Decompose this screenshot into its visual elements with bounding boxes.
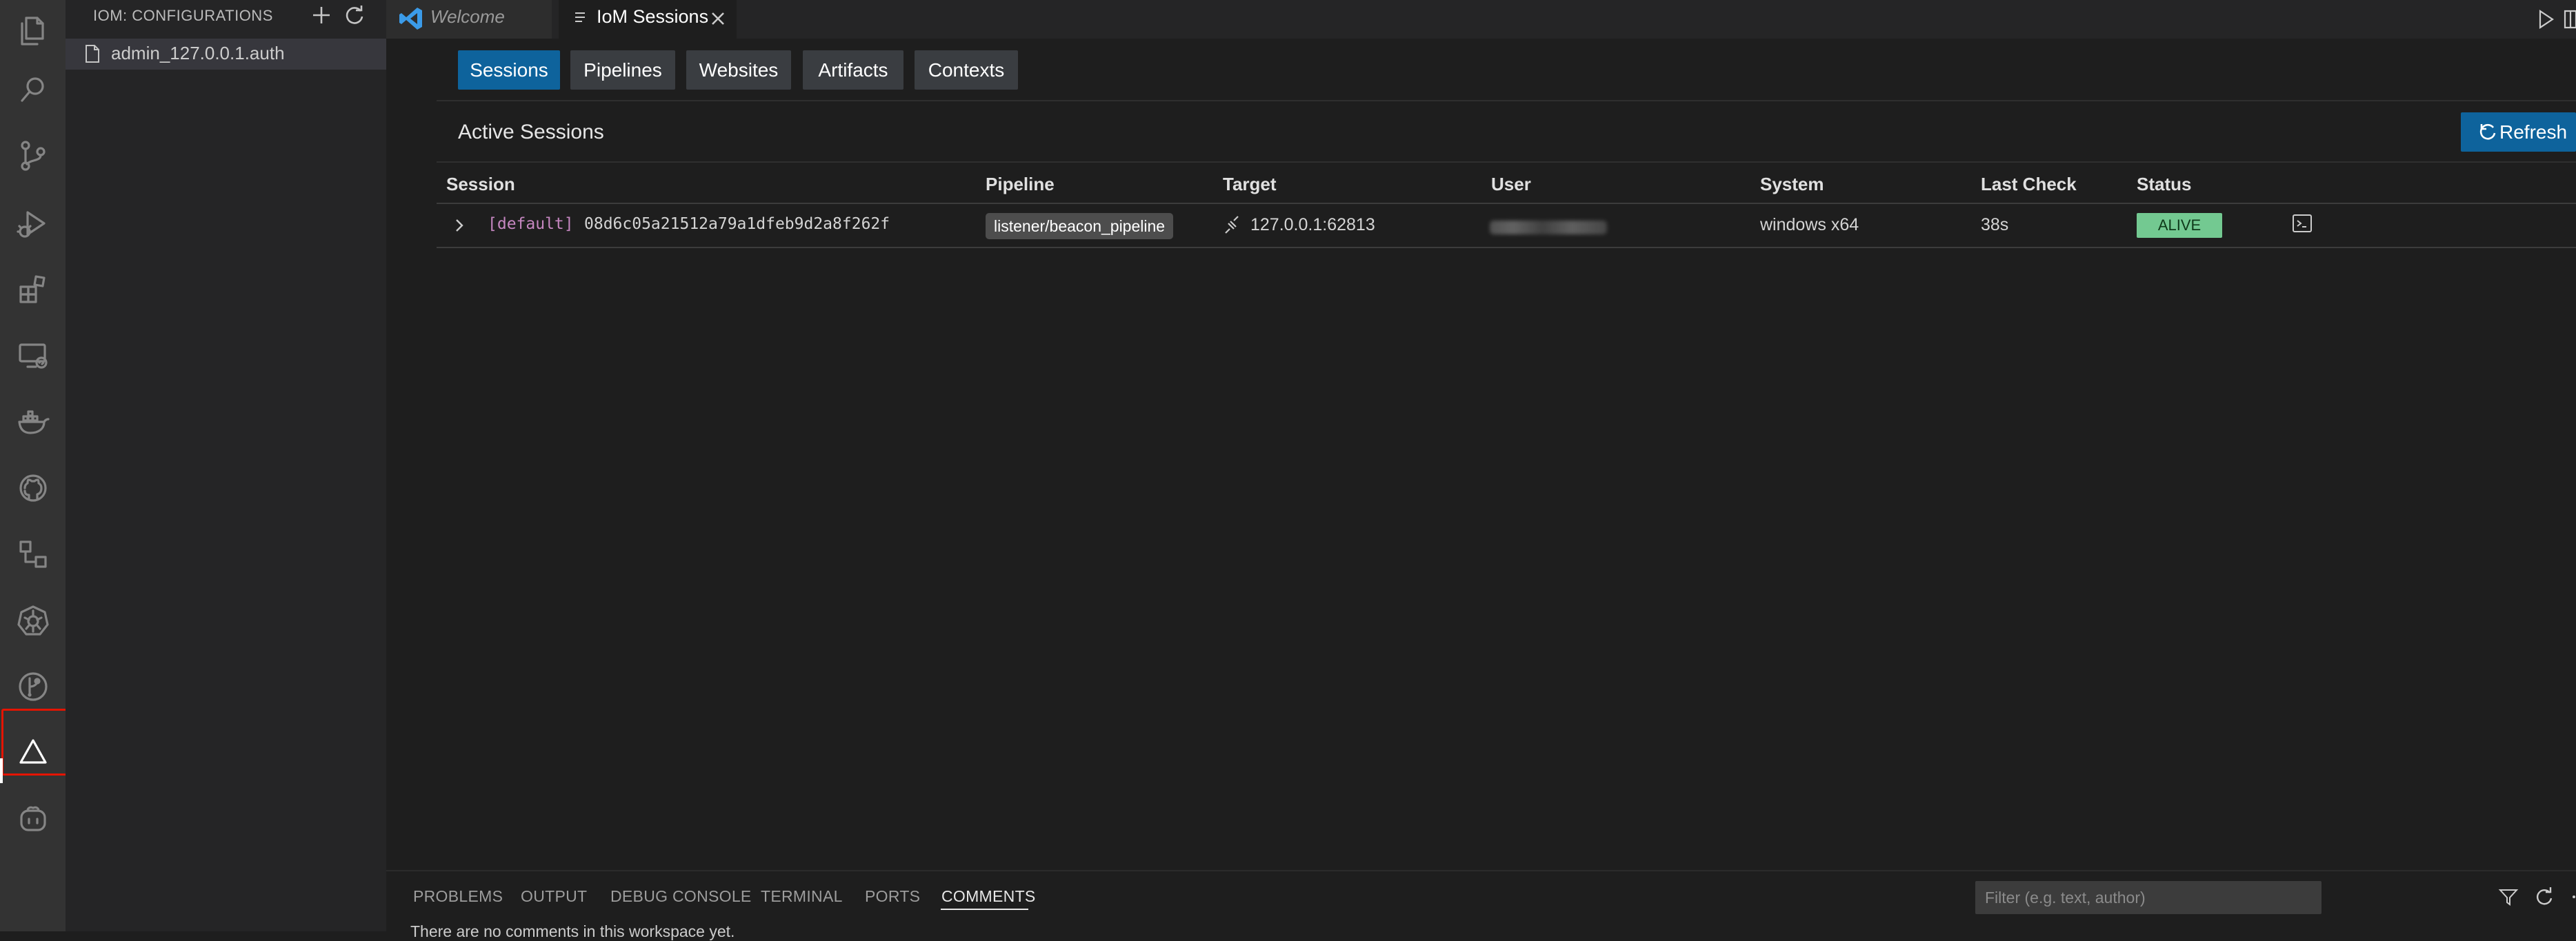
column-header-pipeline[interactable]: Pipeline [986,174,1055,195]
section-title: Active Sessions [458,121,604,143]
subtab-pipelines[interactable]: Pipelines [570,50,675,90]
search-icon[interactable] [14,70,52,109]
run-icon[interactable] [2535,7,2557,32]
tab-debug-console[interactable]: DEBUG CONSOLE [610,887,752,906]
refresh-icon[interactable] [2533,885,2556,909]
panel-message: There are no comments in this workspace … [410,922,735,940]
close-icon[interactable] [706,7,730,30]
filter-field[interactable] [1975,881,2322,914]
chevron-right-icon[interactable] [451,216,468,235]
subtab-sessions[interactable]: Sessions [458,50,560,90]
column-header-user[interactable]: User [1491,174,1531,195]
session-tag: [default] [488,215,574,233]
tab-label: IoM Sessions [597,6,709,27]
extensions-icon[interactable] [14,270,52,309]
tab-output[interactable]: OUTPUT [521,887,587,906]
divider [437,100,2576,101]
copilot-icon[interactable] [14,800,52,838]
refresh-icon[interactable] [342,3,367,28]
active-indicator [0,758,3,783]
run-debug-icon[interactable] [14,204,52,243]
tab-terminal[interactable]: TERMINAL [761,887,843,906]
column-header-target[interactable]: Target [1223,174,1277,195]
column-header-last-check[interactable]: Last Check [1981,174,2077,195]
refresh-button[interactable]: Refresh [2461,112,2576,152]
sidebar-item-label: admin_127.0.0.1.auth [111,43,285,63]
preview-icon [572,9,588,27]
github-icon[interactable] [14,469,52,507]
split-editor-icon[interactable] [2562,7,2576,32]
disconnected-plug-icon [1221,214,1242,236]
column-header-system[interactable]: System [1760,174,1824,195]
column-header-status[interactable]: Status [2137,174,2191,195]
filter-input[interactable] [1985,887,2261,909]
active-tab-underline [941,909,1028,910]
last-check-value: 38s [1981,215,2009,234]
table-header-divider [437,203,2576,204]
user-redacted [1490,221,1607,234]
system-value: windows x64 [1760,215,1859,234]
divider [437,161,2576,163]
sidebar [66,0,386,931]
tab-problems[interactable]: PROBLEMS [413,887,503,906]
explorer-icon[interactable] [14,11,52,50]
tab-label: Welcome [430,6,505,27]
subtab-websites[interactable]: Websites [686,50,791,90]
source-control-icon[interactable] [14,136,52,175]
table-row-divider [437,247,2576,248]
terminal-icon[interactable] [2291,212,2313,234]
add-icon[interactable] [309,3,334,28]
file-icon [83,43,102,64]
filter-icon[interactable] [2497,885,2520,909]
subtab-artifacts[interactable]: Artifacts [803,50,903,90]
pipeline-badge: listener/beacon_pipeline [986,213,1174,239]
session-id[interactable]: 08d6c05a21512a79a1dfeb9d2a8f262f [584,215,890,233]
subtab-contexts[interactable]: Contexts [915,50,1018,90]
target-address: 127.0.0.1:62813 [1250,215,1375,234]
column-header-session[interactable]: Session [446,174,515,195]
refresh-icon [2479,123,2496,140]
connections-icon[interactable] [14,535,52,574]
tab-ports[interactable]: PORTS [865,887,920,906]
remote-explorer-icon[interactable] [14,336,52,375]
sidebar-title: IOM: CONFIGURATIONS [93,7,273,24]
status-badge: ALIVE [2137,213,2222,238]
more-icon[interactable] [2566,885,2576,909]
vscode-logo-icon [398,6,424,32]
kubernetes-icon[interactable] [14,601,52,640]
tab-comments[interactable]: COMMENTS [941,887,1036,906]
refresh-label: Refresh [2499,121,2568,143]
docker-icon[interactable] [14,403,52,441]
git-graph-icon[interactable] [14,667,52,706]
